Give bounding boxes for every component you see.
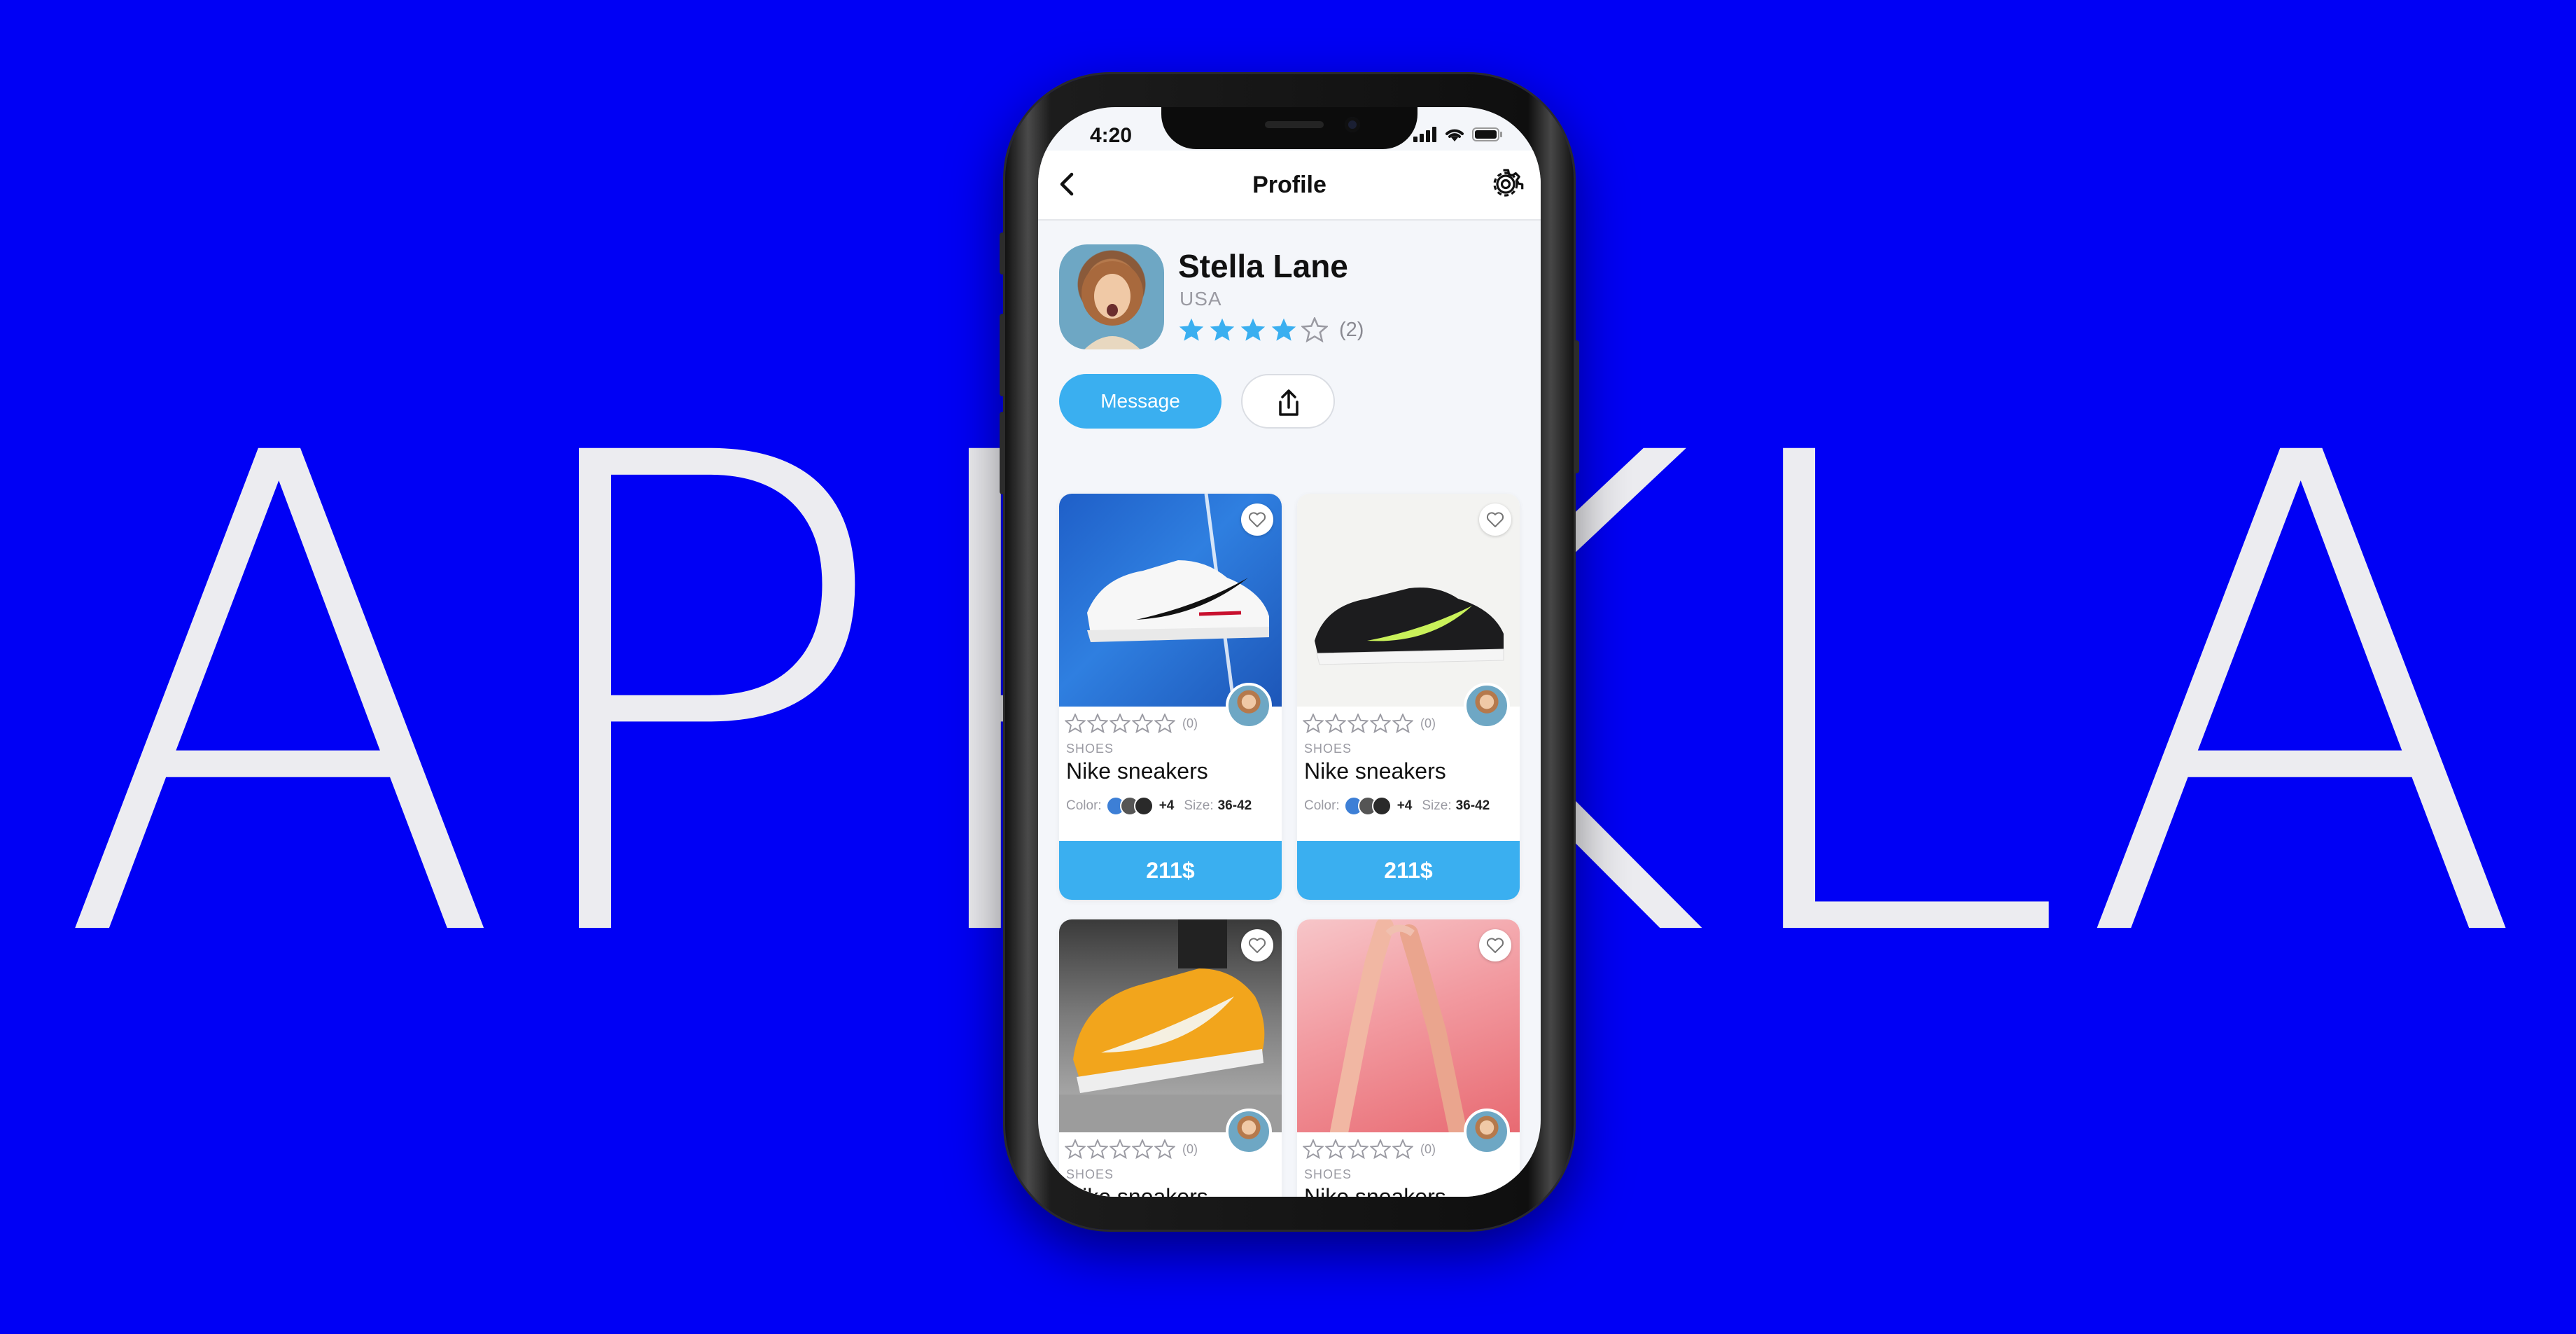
star-outline-icon bbox=[1392, 1139, 1413, 1159]
star-outline-icon bbox=[1087, 714, 1108, 733]
product-card[interactable]: (0) SHOES Nike sneakers Color: +4 Size: … bbox=[1297, 494, 1520, 900]
power-button bbox=[1574, 340, 1579, 473]
product-name: Nike sneakers bbox=[1066, 1184, 1208, 1197]
profile-rating: (2) bbox=[1178, 317, 1364, 342]
review-count: (2) bbox=[1339, 318, 1364, 341]
price-button[interactable]: 211$ bbox=[1059, 841, 1282, 900]
star-outline-icon bbox=[1392, 714, 1413, 733]
favorite-button[interactable] bbox=[1241, 929, 1273, 961]
star-outline-icon bbox=[1303, 1139, 1324, 1159]
product-name: Nike sneakers bbox=[1304, 758, 1446, 784]
status-time: 4:20 bbox=[1090, 124, 1133, 147]
product-rating: (0) bbox=[1065, 1139, 1198, 1159]
battery-icon bbox=[1472, 127, 1502, 141]
star-outline-icon bbox=[1154, 1139, 1175, 1159]
seller-avatar[interactable] bbox=[1464, 1109, 1510, 1155]
price-button[interactable]: 211$ bbox=[1297, 841, 1520, 900]
signal-icon bbox=[1413, 127, 1436, 142]
product-meta: Color: +4 Size: 36-42 bbox=[1304, 796, 1490, 816]
star-outline-icon bbox=[1301, 317, 1328, 342]
share-icon bbox=[1279, 389, 1298, 416]
star-outline-icon bbox=[1154, 714, 1175, 733]
star-outline-icon bbox=[1132, 714, 1153, 733]
product-meta: Color: +4 Size: 36-42 bbox=[1066, 796, 1252, 816]
app-screen: 4:20 Profile Stella Lane USA (2) Message… bbox=[1038, 107, 1541, 1197]
product-rating: (0) bbox=[1303, 714, 1436, 733]
seller-avatar[interactable] bbox=[1226, 1109, 1272, 1155]
product-category: SHOES bbox=[1066, 742, 1114, 756]
star-outline-icon bbox=[1110, 714, 1130, 733]
star-outline-icon bbox=[1132, 1139, 1153, 1159]
profile-avatar[interactable] bbox=[1059, 244, 1164, 349]
star-outline-icon bbox=[1303, 714, 1324, 733]
favorite-button[interactable] bbox=[1479, 929, 1511, 961]
seller-avatar[interactable] bbox=[1464, 683, 1510, 729]
product-card[interactable]: (0) SHOES Nike sneakers bbox=[1297, 919, 1520, 1197]
star-outline-icon bbox=[1065, 1139, 1086, 1159]
rating-count: (0) bbox=[1420, 716, 1436, 730]
heart-icon bbox=[1486, 938, 1504, 953]
product-category: SHOES bbox=[1304, 1167, 1352, 1181]
star-outline-icon bbox=[1370, 714, 1391, 733]
volume-down-button bbox=[1000, 412, 1005, 494]
heart-icon bbox=[1248, 512, 1266, 527]
rating-count: (0) bbox=[1182, 716, 1198, 730]
product-name: Nike sneakers bbox=[1304, 1184, 1446, 1197]
wifi-icon bbox=[1446, 129, 1464, 141]
message-button[interactable]: Message bbox=[1059, 374, 1222, 429]
star-outline-icon bbox=[1348, 1139, 1368, 1159]
star-outline-icon bbox=[1087, 1139, 1108, 1159]
product-card[interactable]: (0) SHOES Nike sneakers bbox=[1059, 919, 1282, 1197]
product-category: SHOES bbox=[1304, 742, 1352, 756]
silent-switch bbox=[1000, 232, 1005, 275]
page-title: Profile bbox=[1252, 172, 1326, 198]
product-card[interactable]: (0) SHOES Nike sneakers Color: +4 Size: … bbox=[1059, 494, 1282, 900]
profile-country: USA bbox=[1180, 288, 1222, 310]
star-filled-icon bbox=[1210, 318, 1235, 341]
app-header: Profile bbox=[1038, 151, 1541, 221]
color-swatches bbox=[1105, 796, 1154, 816]
favorite-button[interactable] bbox=[1479, 503, 1511, 536]
rating-count: (0) bbox=[1420, 1141, 1436, 1156]
star-outline-icon bbox=[1325, 714, 1346, 733]
phone-frame: 4:20 Profile Stella Lane USA (2) Message… bbox=[1000, 74, 1579, 1230]
star-outline-icon bbox=[1065, 714, 1086, 733]
star-outline-icon bbox=[1370, 1139, 1391, 1159]
star-outline-icon bbox=[1348, 714, 1368, 733]
star-filled-icon bbox=[1271, 318, 1296, 341]
star-outline-icon bbox=[1110, 1139, 1130, 1159]
notch bbox=[1161, 107, 1418, 149]
star-filled-icon bbox=[1179, 318, 1204, 341]
favorite-button[interactable] bbox=[1241, 503, 1273, 536]
seller-avatar[interactable] bbox=[1226, 683, 1272, 729]
product-category: SHOES bbox=[1066, 1167, 1114, 1181]
rating-count: (0) bbox=[1182, 1141, 1198, 1156]
star-outline-icon bbox=[1325, 1139, 1346, 1159]
product-rating: (0) bbox=[1303, 1139, 1436, 1159]
heart-icon bbox=[1248, 938, 1266, 953]
volume-up-button bbox=[1000, 314, 1005, 396]
heart-icon bbox=[1486, 512, 1504, 527]
gear-icon[interactable] bbox=[1488, 166, 1524, 202]
profile-name: Stella Lane bbox=[1178, 248, 1348, 284]
share-button[interactable] bbox=[1241, 374, 1335, 429]
color-swatches bbox=[1343, 796, 1392, 816]
product-name: Nike sneakers bbox=[1066, 758, 1208, 784]
product-rating: (0) bbox=[1065, 714, 1198, 733]
status-icons bbox=[1413, 127, 1503, 142]
star-filled-icon bbox=[1240, 318, 1266, 341]
